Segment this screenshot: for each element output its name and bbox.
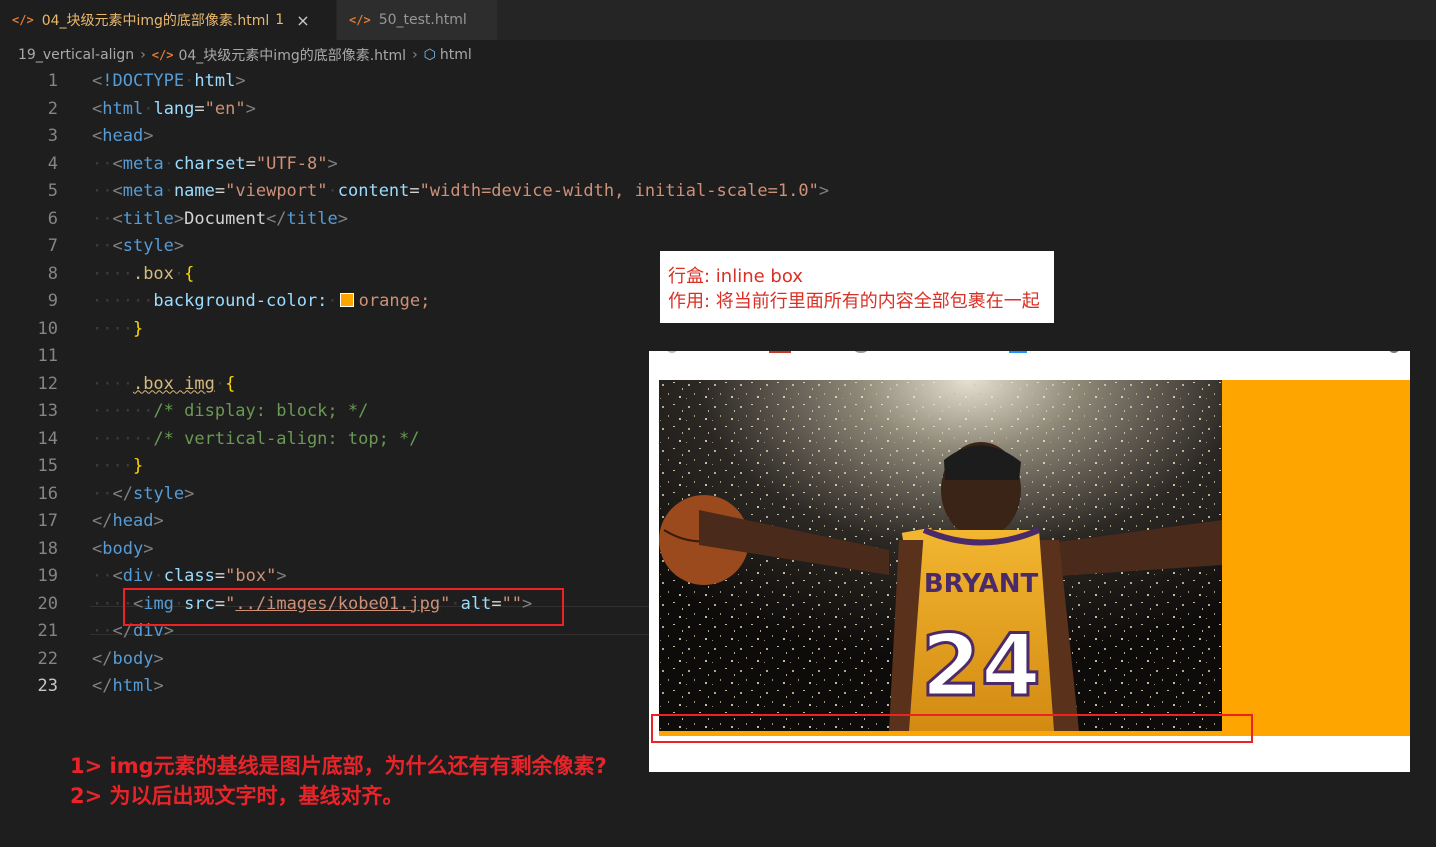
code-line: 16 ··</style> xyxy=(0,481,650,508)
line-number: 20 xyxy=(37,593,58,614)
code-line: 19 ··<div·class="box"> xyxy=(0,563,650,590)
symbol-element-icon: ⬡ xyxy=(423,47,436,63)
code-line: 3 <head> xyxy=(0,123,650,150)
line-number: 23 xyxy=(37,676,58,696)
line-number: 15 xyxy=(37,456,58,476)
code-line: 1 <!DOCTYPE·html> xyxy=(0,68,650,95)
line-number: 10 xyxy=(37,318,58,339)
line-number: 2 xyxy=(47,98,58,119)
code-line: 15 ····} xyxy=(0,453,650,480)
code-line: 22 </body> xyxy=(0,646,650,673)
jersey-number: 24 xyxy=(921,616,1041,716)
line-number: 22 xyxy=(37,648,58,669)
line-number: 5 xyxy=(47,181,58,201)
html-file-icon: </> xyxy=(12,13,34,27)
kobe-image: BRYANT 24 xyxy=(659,380,1222,731)
img-tag-highlight-box xyxy=(123,588,564,626)
problem-count-badge: 1 xyxy=(275,12,285,28)
note-1: 1> img元素的基线是图片底部，为什么还有有剩余像素? xyxy=(70,754,607,778)
line-number: 11 xyxy=(37,346,58,366)
line-number: 9 xyxy=(47,291,58,311)
tab-04-html[interactable]: </> 04_块级元素中img的底部像素.html 1 × xyxy=(0,0,336,40)
code-line: 11 xyxy=(0,343,650,370)
close-icon[interactable]: × xyxy=(296,11,309,30)
code-line: 2 <html·lang="en"> xyxy=(0,96,650,123)
line-number: 14 xyxy=(37,428,58,449)
note-2: 2> 为以后出现文字时，基线对齐。 xyxy=(70,784,404,808)
tab-label: 04_块级元素中img的底部像素.html xyxy=(41,13,270,29)
breadcrumb-symbol[interactable]: html xyxy=(440,47,472,63)
line-number: 21 xyxy=(37,621,58,641)
breadcrumb: 19_vertical-align › </> 04_块级元素中img的底部像素… xyxy=(18,44,472,66)
code-line: 12 ····.box img·{ xyxy=(0,371,650,398)
tab-label: 50_test.html xyxy=(378,12,467,28)
line-number: 8 xyxy=(47,263,58,284)
color-swatch-icon[interactable] xyxy=(339,292,354,307)
jersey-name: BRYANT xyxy=(924,569,1039,599)
chevron-right-icon: › xyxy=(140,47,146,63)
html-file-icon: </> xyxy=(151,48,174,62)
tab-50-test[interactable]: </> 50_test.html xyxy=(337,0,497,40)
code-line: 13 ······/* display: block; */ xyxy=(0,398,650,425)
code-line: 7 ··<style> xyxy=(0,233,650,260)
browser-preview: BRYANT 24 xyxy=(649,351,1410,772)
line-number: 18 xyxy=(37,538,58,559)
chevron-right-icon: › xyxy=(412,47,418,63)
line-number: 7 xyxy=(47,236,58,256)
line-number: 1 xyxy=(47,71,58,91)
code-line: 9 ······background-color:· orange; xyxy=(0,288,650,315)
code-line: 23 </html> xyxy=(0,673,650,700)
code-line: 14 ······/* vertical-align: top; */ xyxy=(0,426,650,453)
line-number: 17 xyxy=(37,511,58,531)
line-number: 19 xyxy=(37,566,58,586)
bookmarks-bar-fragment xyxy=(649,351,1410,355)
line-number: 12 xyxy=(37,373,58,394)
line-number: 3 xyxy=(47,126,58,146)
code-line: 5 ··<meta·name="viewport"·content="width=… xyxy=(0,178,829,205)
breadcrumb-folder[interactable]: 19_vertical-align xyxy=(18,47,134,63)
code-line: 6 ··<title>Document</title> xyxy=(0,206,650,233)
annotation-line-2: 作用: 将当前行里面所有的内容全部包裹在一起 xyxy=(668,291,1040,312)
code-line: 17 </head> xyxy=(0,508,650,535)
explanation-notes: 1> img元素的基线是图片底部，为什么还有有剩余像素? 2> 为以后出现文字时… xyxy=(70,751,607,811)
line-number: 6 xyxy=(47,208,58,229)
annotation-line-1: 行盒: inline box xyxy=(668,266,803,287)
tab-bar: </> 04_块级元素中img的底部像素.html 1 × </> 50_tes… xyxy=(0,0,1436,40)
breadcrumb-file[interactable]: 04_块级元素中img的底部像素.html xyxy=(178,45,406,65)
line-number: 13 xyxy=(37,401,58,421)
line-number: 4 xyxy=(47,153,58,174)
code-line: 10 ····} xyxy=(0,316,650,343)
code-line: 8 ····.box·{ xyxy=(0,261,650,288)
code-line: 4 ··<meta·charset="UTF-8"> xyxy=(0,151,650,178)
code-line: 18 <body> xyxy=(0,536,650,563)
line-number: 16 xyxy=(37,483,58,504)
html-file-icon: </> xyxy=(349,13,371,27)
inline-box-annotation: 行盒: inline box 作用: 将当前行里面所有的内容全部包裹在一起 xyxy=(660,251,1054,323)
bottom-gap-highlight-box xyxy=(651,714,1253,743)
